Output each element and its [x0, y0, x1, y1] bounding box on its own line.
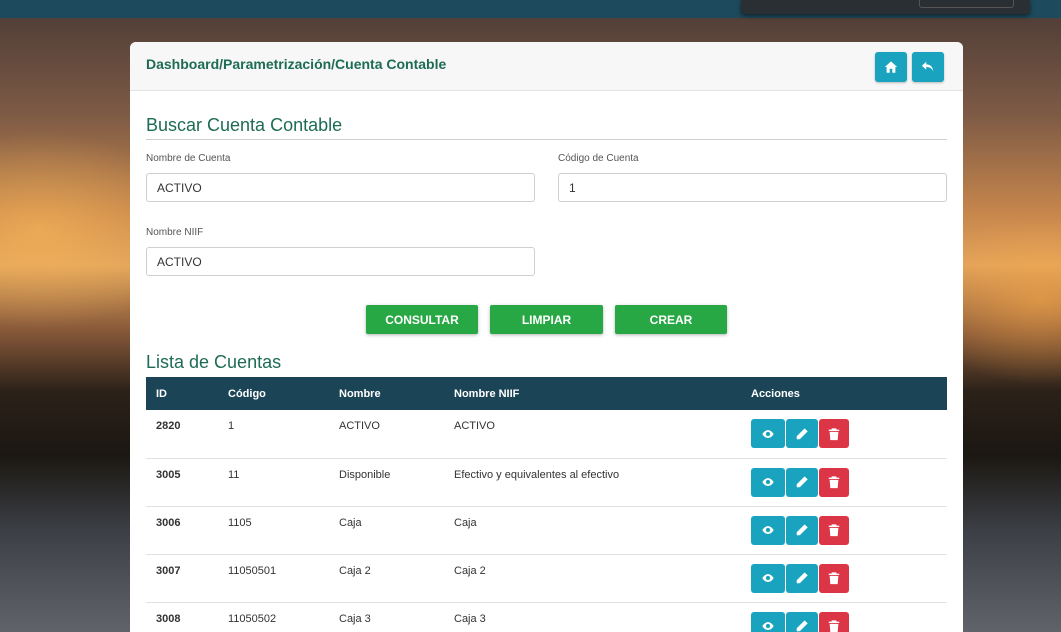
- cell-nombre-niif: Caja 3: [444, 602, 741, 632]
- delete-button[interactable]: [819, 563, 849, 593]
- cell-id: 3006: [146, 506, 218, 555]
- cell-nombre-niif: Caja 2: [444, 554, 741, 603]
- view-button[interactable]: [751, 515, 785, 545]
- edit-button[interactable]: [786, 515, 818, 545]
- cell-codigo: 1105: [218, 506, 329, 555]
- cell-codigo: 11: [218, 458, 329, 507]
- dropdown-field[interactable]: [919, 0, 1014, 8]
- edit-button[interactable]: [786, 419, 818, 448]
- panel-header: Dashboard/Parametrización/Cuenta Contabl…: [130, 42, 963, 91]
- view-button[interactable]: [751, 611, 785, 632]
- eye-icon: [762, 478, 774, 486]
- codigo-cuenta-input[interactable]: [558, 173, 947, 202]
- cell-id: 3007: [146, 554, 218, 603]
- eye-icon: [762, 526, 774, 534]
- pencil-icon: [796, 620, 808, 632]
- table-row: 3005 11 Disponible Efectivo y equivalentes …: [146, 458, 947, 507]
- crear-button[interactable]: CREAR: [615, 305, 727, 334]
- home-button[interactable]: [875, 52, 907, 82]
- pencil-icon: [796, 524, 808, 536]
- view-button[interactable]: [751, 563, 785, 593]
- table-row: 3007 11050501 Caja 2 Caja 2: [146, 554, 947, 603]
- main-panel: Dashboard/Parametrización/Cuenta Contabl…: [130, 42, 963, 632]
- eye-icon: [762, 622, 774, 630]
- search-divider: [146, 139, 947, 140]
- codigo-cuenta-label: Código de Cuenta: [558, 153, 639, 164]
- back-arrow-icon: [921, 61, 934, 72]
- column-header-codigo: Código: [218, 377, 329, 410]
- nombre-niif-input[interactable]: [146, 247, 535, 276]
- edit-button[interactable]: [786, 467, 818, 497]
- cell-nombre: Caja: [329, 506, 444, 555]
- cell-nombre: ACTIVO: [329, 410, 444, 459]
- column-header-nombre: Nombre: [329, 377, 444, 410]
- table-header-row: ID Código Nombre Nombre NIIF Acciones: [146, 377, 947, 410]
- cell-id: 2820: [146, 410, 218, 459]
- trash-icon: [828, 427, 840, 440]
- breadcrumb: Dashboard/Parametrización/Cuenta Contabl…: [146, 56, 447, 72]
- limpiar-button[interactable]: LIMPIAR: [490, 305, 603, 334]
- column-header-nombre-niif: Nombre NIIF: [444, 377, 741, 410]
- cell-nombre: Disponible: [329, 458, 444, 507]
- cell-nombre: Caja 2: [329, 554, 444, 603]
- edit-button[interactable]: [786, 611, 818, 632]
- cell-nombre-niif: ACTIVO: [444, 410, 741, 459]
- column-header-id: ID: [146, 377, 218, 410]
- cell-codigo: 11050502: [218, 602, 329, 632]
- pencil-icon: [796, 572, 808, 584]
- nombre-cuenta-input[interactable]: [146, 173, 535, 202]
- eye-icon: [762, 574, 774, 582]
- delete-button[interactable]: [819, 611, 849, 632]
- edit-button[interactable]: [786, 563, 818, 593]
- pencil-icon: [796, 427, 808, 439]
- home-icon: [884, 61, 898, 73]
- view-button[interactable]: [751, 419, 785, 448]
- table-row: 3006 1105 Caja Caja: [146, 506, 947, 555]
- cell-acciones: [741, 410, 947, 459]
- view-button[interactable]: [751, 467, 785, 497]
- accounts-table: ID Código Nombre Nombre NIIF Acciones 28…: [146, 377, 947, 632]
- column-header-acciones: Acciones: [741, 377, 947, 410]
- cell-id: 3005: [146, 458, 218, 507]
- trash-icon: [828, 572, 840, 585]
- trash-icon: [828, 620, 840, 632]
- cell-acciones: [741, 602, 947, 632]
- cell-nombre: Caja 3: [329, 602, 444, 632]
- cell-id: 3008: [146, 602, 218, 632]
- back-button[interactable]: [912, 52, 944, 82]
- cell-acciones: [741, 554, 947, 603]
- eye-icon: [762, 429, 774, 438]
- cell-acciones: [741, 458, 947, 507]
- cell-acciones: [741, 506, 947, 555]
- list-section-title: Lista de Cuentas: [146, 352, 282, 372]
- trash-icon: [828, 476, 840, 489]
- cell-codigo: 11050501: [218, 554, 329, 603]
- nombre-niif-label: Nombre NIIF: [146, 227, 204, 238]
- table-row: 3008 11050502 Caja 3 Caja 3: [146, 602, 947, 632]
- nombre-cuenta-label: Nombre de Cuenta: [146, 153, 231, 164]
- pencil-icon: [796, 476, 808, 488]
- consultar-button[interactable]: CONSULTAR: [366, 305, 478, 334]
- cell-nombre-niif: Efectivo y equivalentes al efectivo: [444, 458, 741, 507]
- cell-nombre-niif: Caja: [444, 506, 741, 555]
- trash-icon: [828, 524, 840, 537]
- delete-button[interactable]: [819, 515, 849, 545]
- user-dropdown[interactable]: [741, 0, 1030, 14]
- delete-button[interactable]: [819, 419, 849, 448]
- table-row: 2820 1 ACTIVO ACTIVO: [146, 410, 947, 459]
- delete-button[interactable]: [819, 467, 849, 497]
- search-section-title: Buscar Cuenta Contable: [146, 115, 343, 135]
- cell-codigo: 1: [218, 410, 329, 459]
